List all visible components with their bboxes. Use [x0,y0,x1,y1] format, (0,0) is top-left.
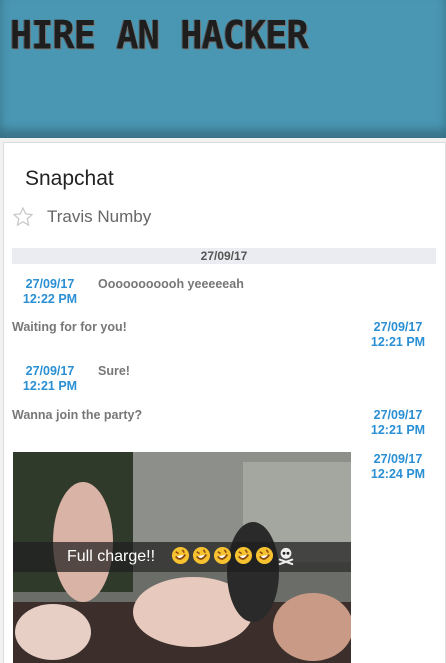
contact-name: Travis Numby [47,207,152,226]
message-text: Wanna join the party? [12,408,143,422]
site-header: HIRE AN HACKER [0,0,446,138]
message-text: Waiting for for you! [12,320,127,334]
message-timestamp: 27/09/17 12:21 PM [22,364,78,394]
snap-caption-bar: Full charge!! [13,542,351,572]
rolling-laughing-emoji-icon [213,546,232,565]
snap-caption-text: Full charge!! [67,548,156,565]
app-title: Snapchat [25,167,114,190]
message-text: Sure! [98,364,130,378]
message-timestamp: 27/09/17 12:21 PM [367,408,429,438]
date-separator: 27/09/17 [12,248,436,264]
message-time: 12:22 PM [22,292,78,306]
rolling-laughing-emoji-icon [234,546,253,565]
caption-emojis [171,546,295,566]
rolling-laughing-emoji-icon [255,546,274,565]
message-time: 12:24 PM [370,467,426,481]
rolling-laughing-emoji-icon [171,546,190,565]
message-timestamp: 27/09/17 12:22 PM [22,277,78,307]
star-icon[interactable] [12,206,34,228]
chat-panel: Snapchat Travis Numby 27/09/17 27/09/17 … [3,142,446,663]
message-time: 12:21 PM [370,423,426,437]
snap-photo[interactable]: Full charge!! [13,452,351,663]
message-time: 12:21 PM [22,379,78,393]
message-timestamp: 27/09/17 12:24 PM [367,452,429,482]
message-date: 27/09/17 [373,320,423,334]
skull-crossbones-icon [278,547,294,566]
site-logo[interactable]: HIRE AN HACKER [10,13,309,58]
message-timestamp: 27/09/17 12:21 PM [367,320,429,350]
message-text: Ooooooooooh yeeeeeah [98,277,244,291]
message-time: 12:21 PM [370,335,426,349]
contact-row[interactable]: Travis Numby [12,205,151,229]
message-date: 27/09/17 [25,277,75,291]
message-date: 27/09/17 [373,452,423,466]
message-date: 27/09/17 [373,408,423,422]
message-date: 27/09/17 [25,364,75,378]
rolling-laughing-emoji-icon [192,546,211,565]
